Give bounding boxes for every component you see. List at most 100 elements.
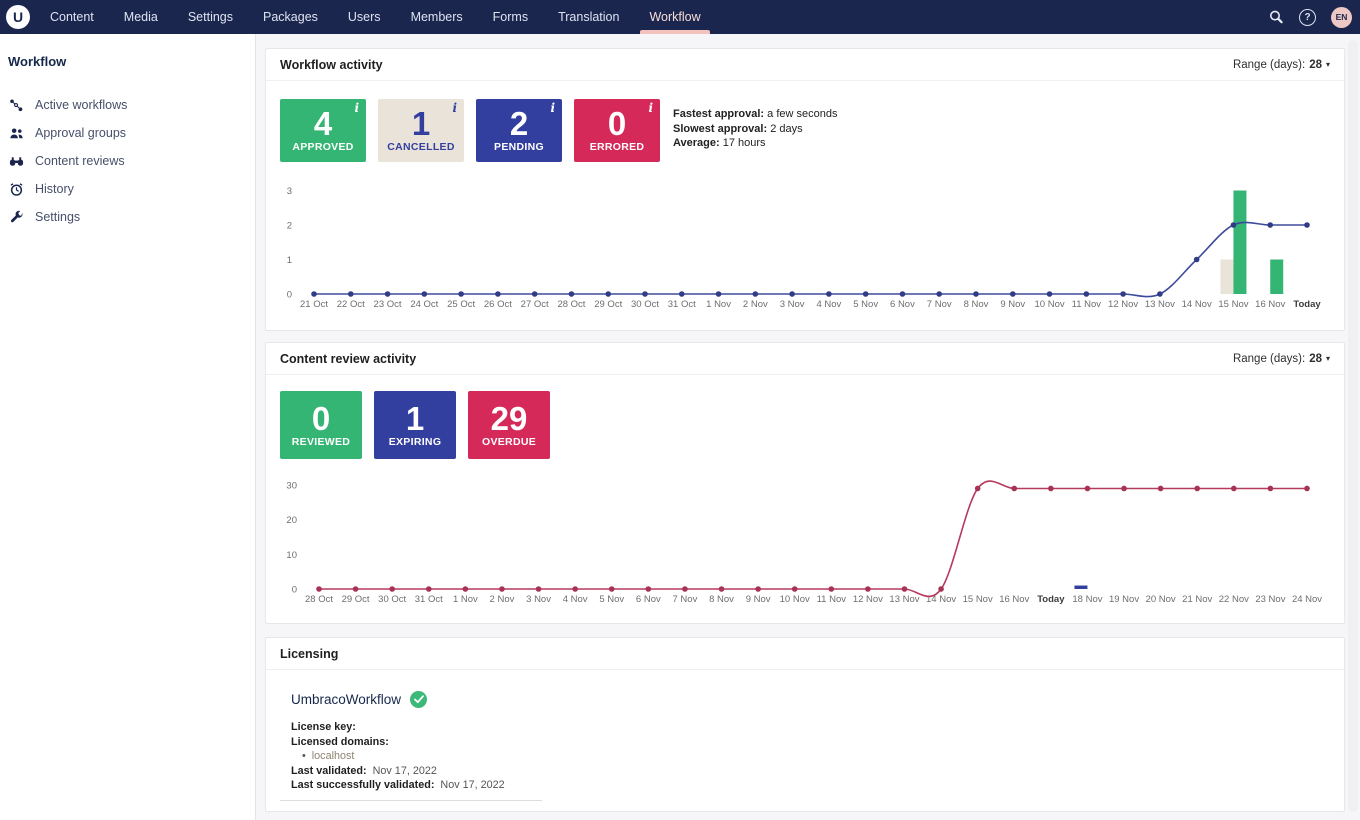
binoculars-icon bbox=[8, 153, 24, 169]
license-details: UmbracoWorkflow License key: Licensed do… bbox=[291, 691, 505, 793]
sidebar-item-content-reviews[interactable]: Content reviews bbox=[0, 147, 255, 175]
svg-text:20 Nov: 20 Nov bbox=[1146, 594, 1176, 605]
stat-card-expiring: 1EXPIRING bbox=[374, 391, 456, 459]
nav-item-packages[interactable]: Packages bbox=[263, 0, 318, 34]
svg-text:4 Nov: 4 Nov bbox=[563, 594, 588, 605]
range-days-dropdown[interactable]: Range (days): 28 ▾ bbox=[1233, 59, 1330, 71]
nav-item-translation[interactable]: Translation bbox=[558, 0, 619, 34]
svg-text:22 Oct: 22 Oct bbox=[337, 299, 365, 310]
svg-text:6 Nov: 6 Nov bbox=[636, 594, 661, 605]
range-days-dropdown[interactable]: Range (days): 28 ▾ bbox=[1233, 353, 1330, 365]
svg-text:0: 0 bbox=[287, 290, 292, 301]
last-validated-row: Last validated: Nov 17, 2022 bbox=[291, 764, 505, 779]
info-icon[interactable]: i bbox=[354, 101, 359, 115]
stat-label: EXPIRING bbox=[389, 436, 442, 448]
stat-label: APPROVED bbox=[292, 141, 353, 153]
stat-line: Fastest approval: a few seconds bbox=[673, 107, 837, 122]
svg-text:23 Oct: 23 Oct bbox=[374, 299, 402, 310]
review-stat-cards: 0REVIEWED1EXPIRING29OVERDUE bbox=[280, 391, 550, 459]
sidebar-item-label: Content reviews bbox=[35, 154, 125, 168]
svg-text:10 Nov: 10 Nov bbox=[780, 594, 810, 605]
svg-text:3 Nov: 3 Nov bbox=[526, 594, 551, 605]
stat-line: Average: 17 hours bbox=[673, 136, 837, 151]
nav-item-settings[interactable]: Settings bbox=[188, 0, 233, 34]
sidebar-item-label: Settings bbox=[35, 210, 80, 224]
info-icon[interactable]: i bbox=[648, 101, 653, 115]
svg-text:5 Nov: 5 Nov bbox=[853, 299, 878, 310]
top-navigation-bar: U Content Media Settings Packages Users Membe… bbox=[0, 0, 1360, 34]
stat-card-cancelled: i 1CANCELLED bbox=[378, 99, 464, 162]
nav-item-workflow[interactable]: Workflow bbox=[649, 0, 700, 34]
svg-text:Today: Today bbox=[1037, 594, 1065, 605]
svg-text:30 Oct: 30 Oct bbox=[378, 594, 406, 605]
svg-text:1 Nov: 1 Nov bbox=[453, 594, 478, 605]
nav-item-content[interactable]: Content bbox=[50, 0, 94, 34]
stat-value: 1 bbox=[412, 108, 430, 140]
avatar[interactable]: EN bbox=[1331, 7, 1352, 28]
users-icon bbox=[8, 125, 24, 141]
svg-text:28 Oct: 28 Oct bbox=[305, 594, 333, 605]
stat-value: 0 bbox=[312, 403, 330, 435]
svg-text:30: 30 bbox=[286, 481, 297, 492]
svg-text:13 Nov: 13 Nov bbox=[1145, 299, 1175, 310]
sidebar-item-active-workflows[interactable]: Active workflows bbox=[0, 91, 255, 119]
svg-text:13 Nov: 13 Nov bbox=[889, 594, 919, 605]
stat-line: Slowest approval: 2 days bbox=[673, 122, 837, 137]
svg-text:2 Nov: 2 Nov bbox=[490, 594, 515, 605]
svg-text:4 Nov: 4 Nov bbox=[816, 299, 841, 310]
workflow-nodes-icon bbox=[8, 97, 24, 113]
svg-text:11 Nov: 11 Nov bbox=[1072, 299, 1102, 310]
workflow-activity-chart: 012321 Oct22 Oct23 Oct24 Oct25 Oct26 Oct… bbox=[280, 179, 1332, 319]
svg-text:21 Oct: 21 Oct bbox=[300, 299, 328, 310]
range-value: 28 bbox=[1309, 353, 1322, 365]
svg-text:31 Oct: 31 Oct bbox=[415, 594, 443, 605]
svg-text:16 Nov: 16 Nov bbox=[999, 594, 1029, 605]
svg-text:22 Nov: 22 Nov bbox=[1219, 594, 1249, 605]
stat-value: 2 bbox=[510, 108, 528, 140]
sidebar-item-label: History bbox=[35, 182, 74, 196]
help-icon[interactable]: ? bbox=[1299, 9, 1316, 26]
sidebar-section-title: Workflow bbox=[8, 54, 255, 69]
stat-label: REVIEWED bbox=[292, 436, 350, 448]
clock-icon bbox=[8, 181, 24, 197]
domain-list-item: •localhost bbox=[291, 749, 505, 764]
umbraco-logo-icon[interactable]: U bbox=[6, 5, 30, 29]
sidebar-item-history[interactable]: History bbox=[0, 175, 255, 203]
svg-text:25 Oct: 25 Oct bbox=[447, 299, 475, 310]
approval-stats: Fastest approval: a few secondsSlowest a… bbox=[673, 107, 837, 151]
nav-item-users[interactable]: Users bbox=[348, 0, 381, 34]
stat-label: CANCELLED bbox=[387, 141, 454, 153]
sidebar-item-approval-groups[interactable]: Approval groups bbox=[0, 119, 255, 147]
range-label: Range (days): bbox=[1233, 59, 1305, 71]
vertical-scrollbar[interactable] bbox=[1348, 40, 1358, 812]
nav-item-forms[interactable]: Forms bbox=[493, 0, 528, 34]
content-review-panel: Content review activity Range (days): 28… bbox=[265, 342, 1345, 624]
content-review-header: Content review activity Range (days): 28… bbox=[266, 343, 1344, 375]
info-icon[interactable]: i bbox=[550, 101, 555, 115]
svg-text:30 Oct: 30 Oct bbox=[631, 299, 659, 310]
stat-label: ERRORED bbox=[590, 141, 645, 153]
search-icon[interactable] bbox=[1268, 9, 1284, 25]
svg-text:24 Oct: 24 Oct bbox=[410, 299, 438, 310]
nav-item-media[interactable]: Media bbox=[124, 0, 158, 34]
svg-text:20: 20 bbox=[286, 515, 297, 526]
svg-text:29 Oct: 29 Oct bbox=[342, 594, 370, 605]
svg-text:9 Nov: 9 Nov bbox=[1000, 299, 1025, 310]
svg-text:16 Nov: 16 Nov bbox=[1255, 299, 1285, 310]
svg-text:3 Nov: 3 Nov bbox=[780, 299, 805, 310]
info-icon[interactable]: i bbox=[452, 101, 457, 115]
nav-item-members[interactable]: Members bbox=[411, 0, 463, 34]
svg-text:31 Oct: 31 Oct bbox=[668, 299, 696, 310]
licensing-panel: Licensing UmbracoWorkflow License key: L… bbox=[265, 637, 1345, 812]
topbar-right-controls: ? EN bbox=[1268, 7, 1360, 28]
svg-text:15 Nov: 15 Nov bbox=[1218, 299, 1248, 310]
svg-text:1: 1 bbox=[287, 255, 292, 266]
licensing-header: Licensing bbox=[266, 638, 1344, 670]
workflow-activity-header: Workflow activity Range (days): 28 ▾ bbox=[266, 49, 1344, 81]
svg-text:0: 0 bbox=[292, 585, 297, 596]
svg-text:27 Oct: 27 Oct bbox=[521, 299, 549, 310]
workflow-activity-panel: Workflow activity Range (days): 28 ▾ i4A… bbox=[265, 48, 1345, 331]
content-review-chart: 010203028 Oct29 Oct30 Oct31 Oct1 Nov2 No… bbox=[280, 471, 1332, 613]
licensed-domains-row: Licensed domains: bbox=[291, 735, 505, 750]
sidebar-item-settings[interactable]: Settings bbox=[0, 203, 255, 231]
